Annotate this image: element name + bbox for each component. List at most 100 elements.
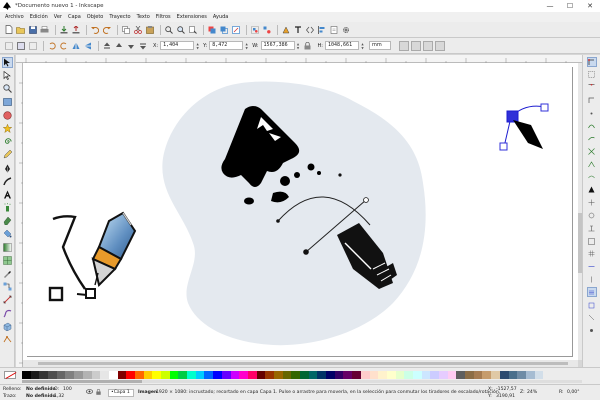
w-input[interactable]: 1567,386 xyxy=(260,41,295,50)
flip-vertical-icon[interactable] xyxy=(83,41,92,50)
lock-ratio-icon[interactable] xyxy=(303,41,312,50)
y-spinner[interactable]: ▲ ▼ xyxy=(244,41,249,50)
palette-swatch[interactable] xyxy=(213,371,222,379)
palette-swatch[interactable] xyxy=(412,371,422,379)
snap-bbox-midpoint-icon[interactable] xyxy=(587,108,597,118)
palette-swatch[interactable] xyxy=(134,371,144,379)
snap-enable-icon[interactable] xyxy=(586,57,597,67)
palette-swatch[interactable] xyxy=(482,371,492,379)
minimize-button[interactable]: — xyxy=(540,0,560,12)
gradient-icon[interactable] xyxy=(2,242,13,253)
palette-swatch[interactable] xyxy=(291,371,300,379)
palette-swatch[interactable] xyxy=(230,371,240,379)
undo-icon[interactable] xyxy=(90,25,99,34)
w-spinner[interactable]: ▲ ▼ xyxy=(296,41,301,50)
open-icon[interactable] xyxy=(16,25,25,34)
palette-swatch[interactable] xyxy=(499,371,509,379)
transform-gradient-toggle[interactable] xyxy=(423,40,433,51)
palette-swatch[interactable] xyxy=(204,371,214,379)
selector-icon[interactable] xyxy=(1,57,13,68)
palette-swatch[interactable] xyxy=(117,371,127,379)
spray-icon[interactable] xyxy=(2,202,13,213)
snap-grid-icon[interactable] xyxy=(587,249,597,259)
maximize-button[interactable]: ☐ xyxy=(560,0,580,12)
palette-swatch[interactable] xyxy=(108,371,118,379)
pen-icon[interactable] xyxy=(2,163,13,174)
preferences-icon[interactable] xyxy=(341,25,350,34)
palette-swatch[interactable] xyxy=(82,371,92,379)
palette-swatch[interactable] xyxy=(195,371,205,379)
palette-swatch[interactable] xyxy=(517,371,526,379)
palette-swatch[interactable] xyxy=(152,371,161,379)
save-icon[interactable] xyxy=(28,25,37,34)
snap-intersection-icon[interactable] xyxy=(587,147,597,157)
palette-swatch[interactable] xyxy=(386,371,396,379)
palette-swatch[interactable] xyxy=(178,371,188,379)
scale-corners-toggle[interactable] xyxy=(411,40,421,51)
palette-swatch[interactable] xyxy=(421,371,431,379)
fill-stroke-icon[interactable] xyxy=(281,25,290,34)
snap-extra-1-icon[interactable] xyxy=(586,287,597,298)
palette-swatch[interactable] xyxy=(378,371,387,379)
palette-swatch[interactable] xyxy=(404,371,413,379)
paint-bucket-icon[interactable] xyxy=(2,228,13,239)
snap-rotation-icon[interactable] xyxy=(587,211,597,221)
palette-swatch[interactable] xyxy=(221,371,231,379)
snap-bbox-icon[interactable] xyxy=(587,70,597,80)
layer-selector[interactable]: •Capa 1 xyxy=(108,389,134,397)
cut-icon[interactable] xyxy=(133,25,142,34)
palette-swatch[interactable] xyxy=(369,371,379,379)
palette-swatch[interactable] xyxy=(430,371,439,379)
palette-swatch[interactable] xyxy=(100,371,109,379)
vertical-ruler[interactable] xyxy=(16,63,23,367)
horizontal-ruler[interactable] xyxy=(16,55,582,63)
snap-nodes-icon[interactable] xyxy=(587,121,597,131)
snap-guide-icon[interactable] xyxy=(587,262,597,272)
snap-bbox-corner-icon[interactable] xyxy=(587,95,597,105)
export-icon[interactable] xyxy=(71,25,80,34)
circle-icon[interactable] xyxy=(2,110,13,121)
palette-swatch[interactable] xyxy=(508,371,518,379)
horizontal-scrollbar[interactable] xyxy=(23,360,578,367)
transform-pattern-toggle[interactable] xyxy=(435,40,445,51)
h-input[interactable]: 1048,661 xyxy=(325,41,359,50)
palette-swatch[interactable] xyxy=(161,371,170,379)
palette-swatch[interactable] xyxy=(491,371,500,379)
palette-swatch[interactable] xyxy=(169,371,179,379)
snap-midpoint-icon[interactable] xyxy=(587,185,597,195)
palette-swatch[interactable] xyxy=(74,371,83,379)
palette-swatch[interactable] xyxy=(65,371,75,379)
snap-path-icon[interactable] xyxy=(587,134,597,144)
lower-icon[interactable] xyxy=(126,41,135,50)
no-paint-swatch[interactable] xyxy=(4,371,16,379)
tweak-icon[interactable] xyxy=(2,308,13,319)
palette-swatch[interactable] xyxy=(91,371,101,379)
star-icon[interactable] xyxy=(2,123,13,134)
menu-filtros[interactable]: Filtros xyxy=(153,14,174,20)
palette-swatch[interactable] xyxy=(326,371,335,379)
paste-icon[interactable] xyxy=(145,25,154,34)
palette-swatch[interactable] xyxy=(187,371,196,379)
snap-extra-3-icon[interactable] xyxy=(587,313,597,323)
palette-swatch[interactable] xyxy=(334,371,344,379)
palette-swatch[interactable] xyxy=(22,371,31,379)
lock-icon[interactable] xyxy=(96,389,101,397)
lower-to-bottom-icon[interactable] xyxy=(138,41,147,50)
dropper-icon[interactable] xyxy=(2,268,13,279)
snap-extra-4-icon[interactable] xyxy=(587,326,597,336)
palette-swatch[interactable] xyxy=(126,371,135,379)
new-document-icon[interactable] xyxy=(4,25,13,34)
duplicate-icon[interactable] xyxy=(207,25,216,34)
menu-edicion[interactable]: Edición xyxy=(27,14,51,20)
palette-swatch[interactable] xyxy=(247,371,257,379)
snap-cusp-icon[interactable] xyxy=(587,159,597,169)
palette-swatch[interactable] xyxy=(534,371,544,379)
h-spinner[interactable]: ▲ ▼ xyxy=(360,41,365,50)
palette-swatch[interactable] xyxy=(56,371,66,379)
connector-icon[interactable] xyxy=(2,281,13,292)
text-icon[interactable] xyxy=(2,189,13,200)
palette-swatch[interactable] xyxy=(473,371,483,379)
group-icon[interactable] xyxy=(250,25,259,34)
zoom-page-icon[interactable] xyxy=(188,25,197,34)
palette-scroll-thumb[interactable] xyxy=(22,380,142,383)
